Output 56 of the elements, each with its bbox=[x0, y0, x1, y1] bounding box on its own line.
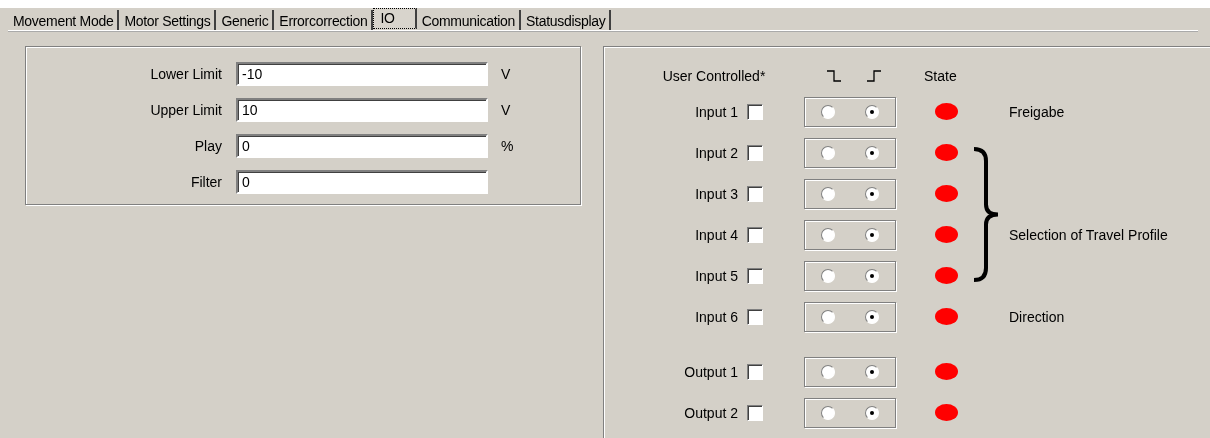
rising-edge-icon bbox=[866, 69, 882, 83]
tab[interactable]: Statusdisplay bbox=[521, 10, 612, 30]
radio-button[interactable] bbox=[865, 405, 879, 420]
column-header: State bbox=[924, 68, 957, 84]
radio-button[interactable] bbox=[821, 309, 835, 324]
field-label: Lower Limit bbox=[149, 66, 223, 82]
radio-button[interactable] bbox=[821, 104, 835, 119]
io-label: Input 4 bbox=[694, 226, 738, 243]
tab[interactable]: Generic bbox=[216, 10, 275, 30]
checkbox[interactable] bbox=[747, 144, 763, 161]
field-label: Filter bbox=[189, 174, 223, 190]
radio-button[interactable] bbox=[865, 186, 879, 201]
input-field[interactable]: 0 bbox=[236, 170, 488, 194]
tab[interactable]: IO bbox=[373, 8, 417, 29]
radio-button[interactable] bbox=[865, 268, 879, 283]
io-label: Output 2 bbox=[683, 404, 738, 421]
annotation: Selection of Travel Profile bbox=[1009, 226, 1168, 243]
radio-button[interactable] bbox=[865, 145, 879, 160]
radio-button[interactable] bbox=[821, 145, 835, 160]
checkbox[interactable] bbox=[747, 185, 763, 202]
falling-edge-icon bbox=[826, 69, 842, 83]
checkbox[interactable] bbox=[747, 363, 763, 380]
tab[interactable]: Communication bbox=[416, 10, 521, 30]
radio-button[interactable] bbox=[865, 309, 879, 324]
radio-button[interactable] bbox=[821, 268, 835, 283]
radio-button[interactable] bbox=[865, 227, 879, 242]
radio-button[interactable] bbox=[865, 104, 879, 119]
checkbox[interactable] bbox=[747, 226, 763, 243]
tab[interactable]: Movement Mode bbox=[8, 10, 120, 30]
input-field[interactable]: 0 bbox=[236, 134, 488, 158]
io-label: Output 1 bbox=[683, 363, 738, 380]
input-field[interactable]: -10 bbox=[236, 62, 488, 86]
input-field[interactable]: 10 bbox=[236, 98, 488, 122]
column-header: User Controlled* bbox=[661, 68, 767, 84]
radio-button[interactable] bbox=[821, 364, 835, 379]
radio-button[interactable] bbox=[821, 186, 835, 201]
io-label: Input 6 bbox=[694, 308, 738, 325]
checkbox[interactable] bbox=[747, 404, 763, 421]
unit-label: V bbox=[501, 102, 511, 118]
checkbox[interactable] bbox=[747, 308, 763, 325]
annotation: Freigabe bbox=[1009, 103, 1065, 120]
radio-button[interactable] bbox=[821, 405, 835, 420]
io-label: Input 3 bbox=[694, 185, 738, 202]
radio-button[interactable] bbox=[821, 227, 835, 242]
io-label: Input 1 bbox=[694, 103, 738, 120]
field-label: Play bbox=[193, 138, 223, 154]
field-label: Upper Limit bbox=[149, 102, 223, 118]
tab[interactable]: Motor Settings bbox=[119, 10, 217, 30]
checkbox[interactable] bbox=[747, 103, 763, 120]
radio-button[interactable] bbox=[865, 364, 879, 379]
unit-label: V bbox=[501, 66, 511, 82]
checkbox[interactable] bbox=[747, 267, 763, 284]
annotation: Direction bbox=[1009, 308, 1065, 325]
io-label: Input 5 bbox=[694, 267, 738, 284]
io-label: Input 2 bbox=[694, 144, 738, 161]
unit-label: % bbox=[501, 138, 514, 154]
